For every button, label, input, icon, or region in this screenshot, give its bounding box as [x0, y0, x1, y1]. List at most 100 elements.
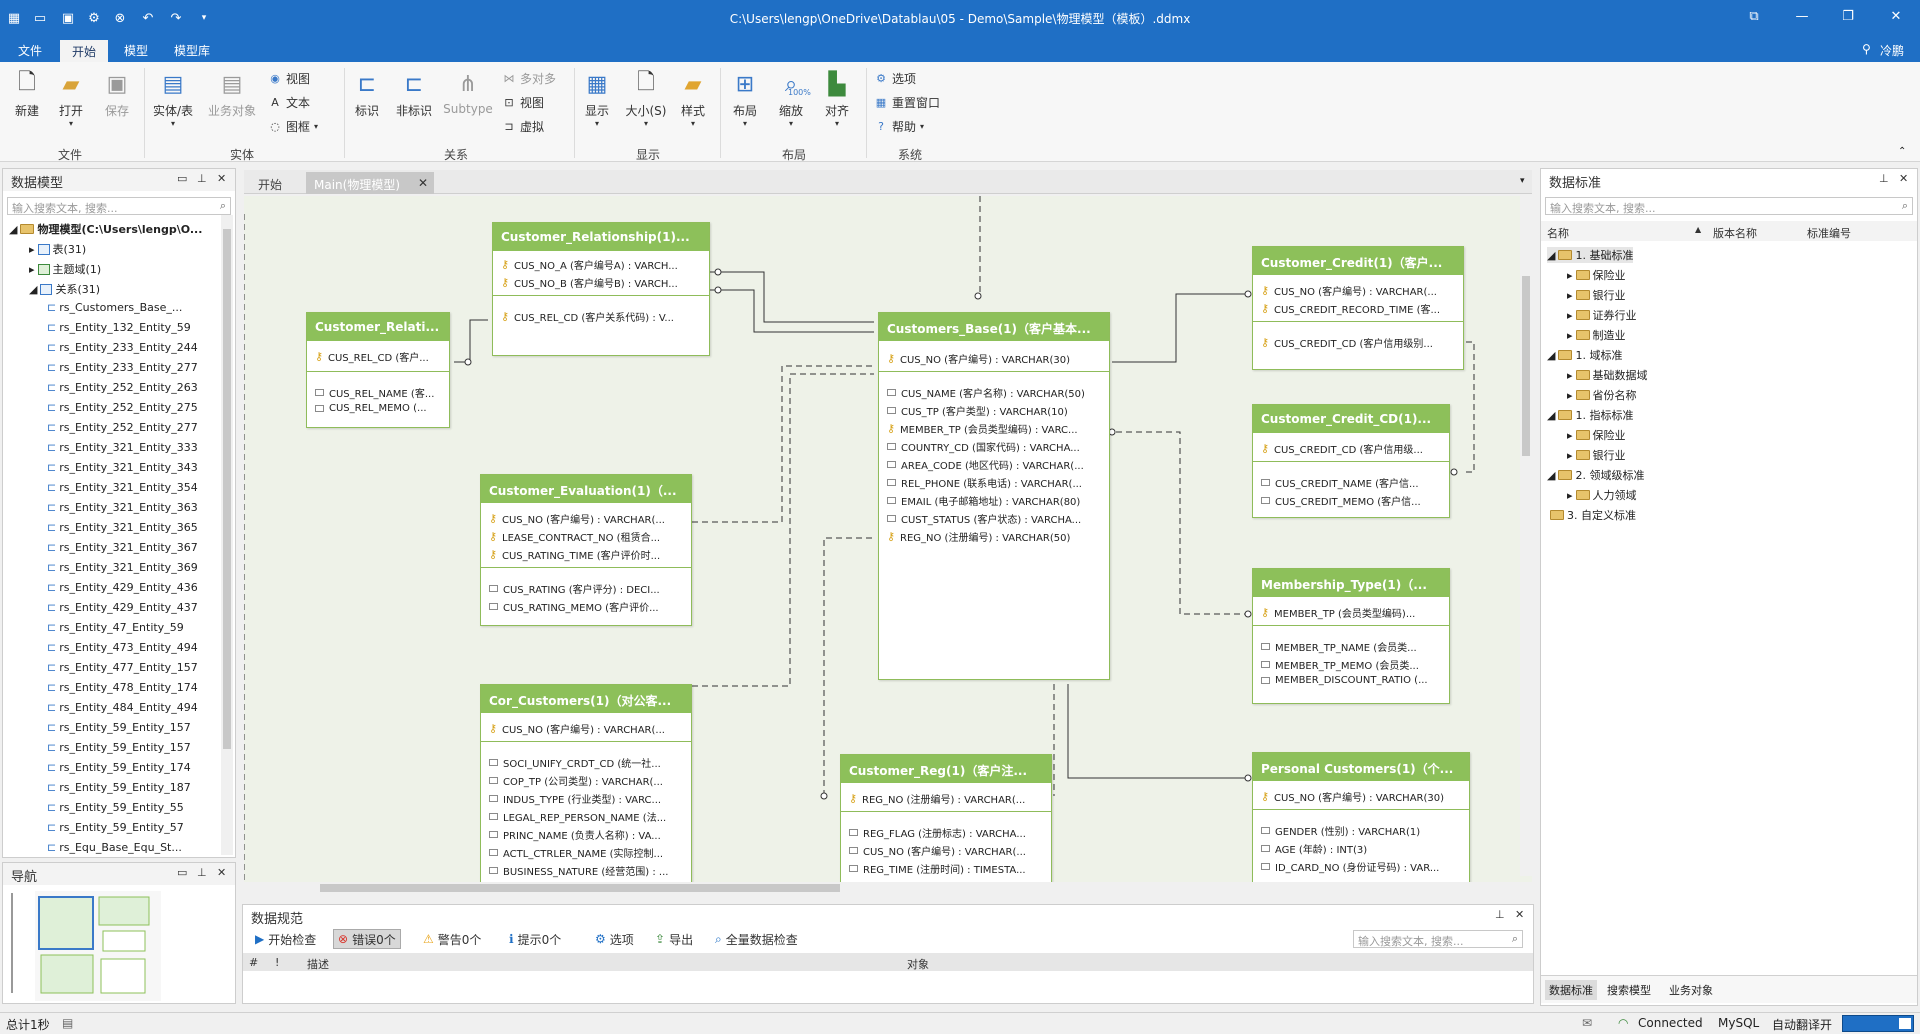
entity-column[interactable]: CUS_RATING (客户评分) : DECI...	[487, 581, 687, 596]
menu-library[interactable]: 模型库	[174, 42, 210, 59]
tree-relations[interactable]: ◢ 关系(31)	[29, 281, 100, 297]
options-button[interactable]: ⚙ 选项	[874, 70, 916, 87]
canvas-vertical-scrollbar[interactable]	[1520, 196, 1532, 876]
close-icon[interactable]: ✕	[1899, 172, 1908, 185]
entity-column[interactable]: ⚷ MEMBER_TP (会员类型编码)...	[1259, 605, 1445, 620]
open-button[interactable]: ▰ 打开 ▾	[54, 70, 88, 129]
entity-column[interactable]: CUS_CREDIT_MEMO (客户信...	[1259, 493, 1445, 508]
hints-filter-button[interactable]: ℹ 提示0个	[505, 929, 565, 949]
entity-column[interactable]: CUS_REL_NAME (客...	[313, 385, 445, 400]
search-icon[interactable]: ⌕	[220, 199, 226, 213]
save-button[interactable]: ▣ 保存	[100, 70, 134, 119]
subtype-button[interactable]: ⋔ Subtype	[442, 70, 494, 117]
entity-column[interactable]: AREA_CODE (地区代码) : VARCHAR(...	[885, 457, 1105, 472]
view-button[interactable]: ◉ 视图	[268, 70, 310, 87]
entity-column[interactable]: COUNTRY_CD (国家代码) : VARCHA...	[885, 439, 1105, 454]
check-options-button[interactable]: ⚙ 选项	[591, 929, 638, 949]
tab-search-model[interactable]: 搜索模型	[1607, 982, 1651, 998]
standard-tree-item[interactable]: ◢ 2. 领域级标准	[1547, 467, 1644, 483]
standard-tree-item[interactable]: ◢ 1. 指标标准	[1547, 407, 1633, 423]
maximize-button[interactable]: ❐	[1838, 9, 1858, 24]
tree-expand-icon[interactable]: ◢	[9, 223, 17, 236]
entity-column[interactable]: CUS_TP (客户类型) : VARCHAR(10)	[885, 403, 1105, 418]
entity-column[interactable]: AGE (年龄) : INT(3)	[1259, 841, 1465, 856]
entity-column[interactable]: LEGAL_REP_PERSON_NAME (法...	[487, 809, 687, 824]
tree-expand-icon[interactable]: ◢	[1547, 469, 1555, 482]
relation-tree-item[interactable]: ⊏ rs_Entity_321_Entity_365	[47, 521, 198, 534]
relation-tree-item[interactable]: ⊏ rs_Entity_473_Entity_494	[47, 641, 198, 654]
tree-collapsed-icon[interactable]: ▸	[1567, 489, 1573, 502]
entity-customer-credit-cd[interactable]: Customer_Credit_CD(1)... ⚷ CUS_CREDIT_CD …	[1252, 404, 1450, 518]
tree-expand-icon[interactable]: ◢	[1547, 249, 1555, 262]
standard-tree-item[interactable]: ▸ 省份名称	[1567, 387, 1637, 403]
tab-data-standard[interactable]: 数据标准	[1545, 980, 1597, 1000]
sort-asc-icon[interactable]: ▲	[1695, 225, 1701, 234]
entity-customer-credit[interactable]: Customer_Credit(1)（客户... ⚷ CUS_NO (客户编号) …	[1252, 246, 1464, 370]
identify-button[interactable]: ⊏ 标识	[350, 70, 384, 119]
entity-column[interactable]: ⚷ REG_NO (注册编号) : VARCHAR(...	[847, 791, 1047, 806]
standard-tree-item[interactable]: ▸ 保险业	[1567, 427, 1626, 443]
entity-column[interactable]: REG_TIME (注册时间) : TIMESTA...	[847, 861, 1047, 876]
navigation-minimap[interactable]	[35, 891, 161, 1001]
standard-tree-item[interactable]: ◢ 1. 基础标准	[1547, 247, 1634, 263]
entity-column[interactable]: CUS_CREDIT_NAME (客户信...	[1259, 475, 1445, 490]
entity-column[interactable]: REG_FLAG (注册标志) : VARCHA...	[847, 825, 1047, 840]
virtual-button[interactable]: ⊐ 虚拟	[502, 118, 544, 135]
standard-tree-item[interactable]: ▸ 银行业	[1567, 287, 1626, 303]
tree-tables[interactable]: ▸ 表(31)	[29, 241, 86, 257]
standard-tree-item[interactable]: ▸ 保险业	[1567, 267, 1626, 283]
tab-list-dropdown-icon[interactable]: ▾	[1520, 176, 1525, 186]
col-number[interactable]: #	[249, 956, 258, 969]
close-icon[interactable]: ✕	[217, 866, 226, 879]
model-search-input[interactable]: 输入搜索文本, 搜索... ⌕	[7, 197, 231, 215]
close-button[interactable]: ✕	[1886, 9, 1906, 24]
diagram-canvas[interactable]: Customer_Relationship(1)... ⚷ CUS_NO_A (客…	[244, 196, 1532, 890]
relation-tree-item[interactable]: ⊏ rs_Entity_59_Entity_157	[47, 741, 191, 754]
col-description[interactable]: 描述	[307, 956, 329, 972]
tree-root[interactable]: ◢ 物理模型(C:\Users\lengp\O...	[9, 221, 202, 237]
relation-tree-item[interactable]: ⊏ rs_Entity_321_Entity_343	[47, 461, 198, 474]
entity-column[interactable]: ACTL_CTRLER_NAME (实际控制...	[487, 845, 687, 860]
user-name[interactable]: 冷鹏	[1880, 42, 1904, 59]
reset-window-button[interactable]: ▦ 重置窗口	[874, 94, 940, 111]
float-icon[interactable]: ▭	[177, 866, 187, 879]
entity-column[interactable]: ⚷ CUS_NO_B (客户编号B) : VARCH...	[499, 275, 705, 290]
relation-tree-item[interactable]: ⊏ rs_Entity_484_Entity_494	[47, 701, 198, 714]
entity-column[interactable]: ⚷ CUS_RATING_TIME (客户评价时...	[487, 547, 687, 562]
business-object-button[interactable]: ▤ 业务对象	[204, 70, 260, 119]
mail-icon[interactable]: ✉	[1582, 1016, 1592, 1030]
close-tab-icon[interactable]: ✕	[418, 176, 428, 190]
relation-tree-item[interactable]: ⊏ rs_Entity_321_Entity_354	[47, 481, 198, 494]
entity-column[interactable]: CUS_NO (客户编号) : VARCHAR(...	[847, 843, 1047, 858]
relation-tree-item[interactable]: ⊏ rs_Entity_59_Entity_157	[47, 721, 191, 734]
full-check-button[interactable]: ⌕ 全量数据检查	[711, 929, 802, 949]
relation-tree-item[interactable]: ⊏ rs_Customers_Base_...	[47, 301, 182, 314]
errors-filter-button[interactable]: ⊗ 错误0个	[333, 929, 401, 949]
relation-tree-item[interactable]: ⊏ rs_Entity_233_Entity_244	[47, 341, 198, 354]
tree-expand-icon[interactable]: ◢	[29, 283, 37, 296]
menu-model[interactable]: 模型	[124, 42, 148, 59]
entity-column[interactable]: EMAIL (电子邮箱地址) : VARCHAR(80)	[885, 493, 1105, 508]
pin-icon[interactable]: ⊥	[197, 866, 207, 879]
warnings-filter-button[interactable]: ⚠ 警告0个	[419, 929, 485, 949]
search-icon[interactable]: ⌕	[1902, 199, 1908, 213]
search-icon[interactable]: ⌕	[1512, 932, 1518, 946]
float-icon[interactable]: ▭	[177, 172, 187, 185]
tree-expand-icon[interactable]: ◢	[1547, 409, 1555, 422]
start-check-button[interactable]: ▶ 开始检查	[251, 929, 320, 949]
minimize-button[interactable]: —	[1792, 9, 1812, 24]
entity-column[interactable]: ⚷ CUS_NO (客户编号) : VARCHAR(...	[1259, 283, 1459, 298]
entity-column[interactable]: ⚷ CUS_CREDIT_CD (客户信用级...	[1259, 441, 1445, 456]
size-button[interactable]: 🗋 大小(S) ▾	[624, 70, 668, 128]
display-button[interactable]: ▦ 显示 ▾	[580, 70, 614, 129]
entity-column[interactable]: ⚷ CUS_REL_CD (客户...	[313, 349, 445, 364]
entity-personal-customers[interactable]: Personal Customers(1)（个... ⚷ CUS_NO (客户编号…	[1252, 752, 1470, 890]
pin-icon[interactable]: ⊥	[1879, 172, 1889, 185]
non-identify-button[interactable]: ⊏ 非标识	[392, 70, 436, 119]
tree-collapsed-icon[interactable]: ▸	[1567, 429, 1573, 442]
entity-column[interactable]: MEMBER_TP_MEMO (会员类...	[1259, 657, 1445, 672]
relation-tree-item[interactable]: ⊏ rs_Entity_252_Entity_263	[47, 381, 198, 394]
zoom-button[interactable]: ⌕ 缩放 ▾	[774, 70, 808, 129]
entity-membership-type[interactable]: Membership_Type(1)（... ⚷ MEMBER_TP (会员类型编…	[1252, 568, 1450, 704]
tab-business-object[interactable]: 业务对象	[1669, 982, 1713, 998]
